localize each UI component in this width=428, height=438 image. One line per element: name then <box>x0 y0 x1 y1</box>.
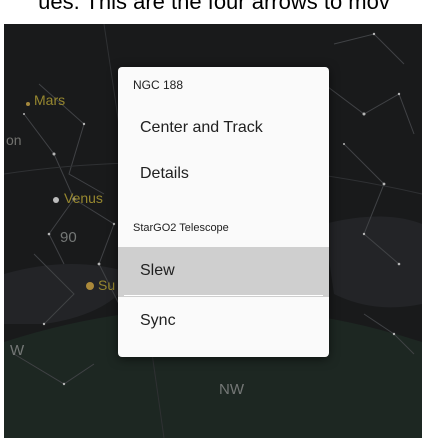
details-item[interactable]: Details <box>118 152 329 198</box>
details-label: Details <box>140 165 189 182</box>
slew-item[interactable]: Slew <box>118 247 329 297</box>
screenshot: ues. This are the four arrows to mov Mar… <box>0 0 428 438</box>
caption-strip: ues. This are the four arrows to mov <box>0 0 428 24</box>
slew-label: Slew <box>140 262 175 279</box>
center-and-track-label: Center and Track <box>140 119 263 136</box>
object-name-header: NGC 188 <box>133 78 184 92</box>
slew-underline <box>124 295 323 296</box>
telescope-header: StarGO2 Telescope <box>133 222 229 234</box>
context-menu: NGC 188 Center and Track Details StarGO2… <box>118 67 329 357</box>
sync-item[interactable]: Sync <box>118 299 329 345</box>
sync-label: Sync <box>140 312 176 329</box>
center-and-track-item[interactable]: Center and Track <box>118 106 329 152</box>
caption-text: ues. This are the four arrows to mov <box>38 0 390 14</box>
